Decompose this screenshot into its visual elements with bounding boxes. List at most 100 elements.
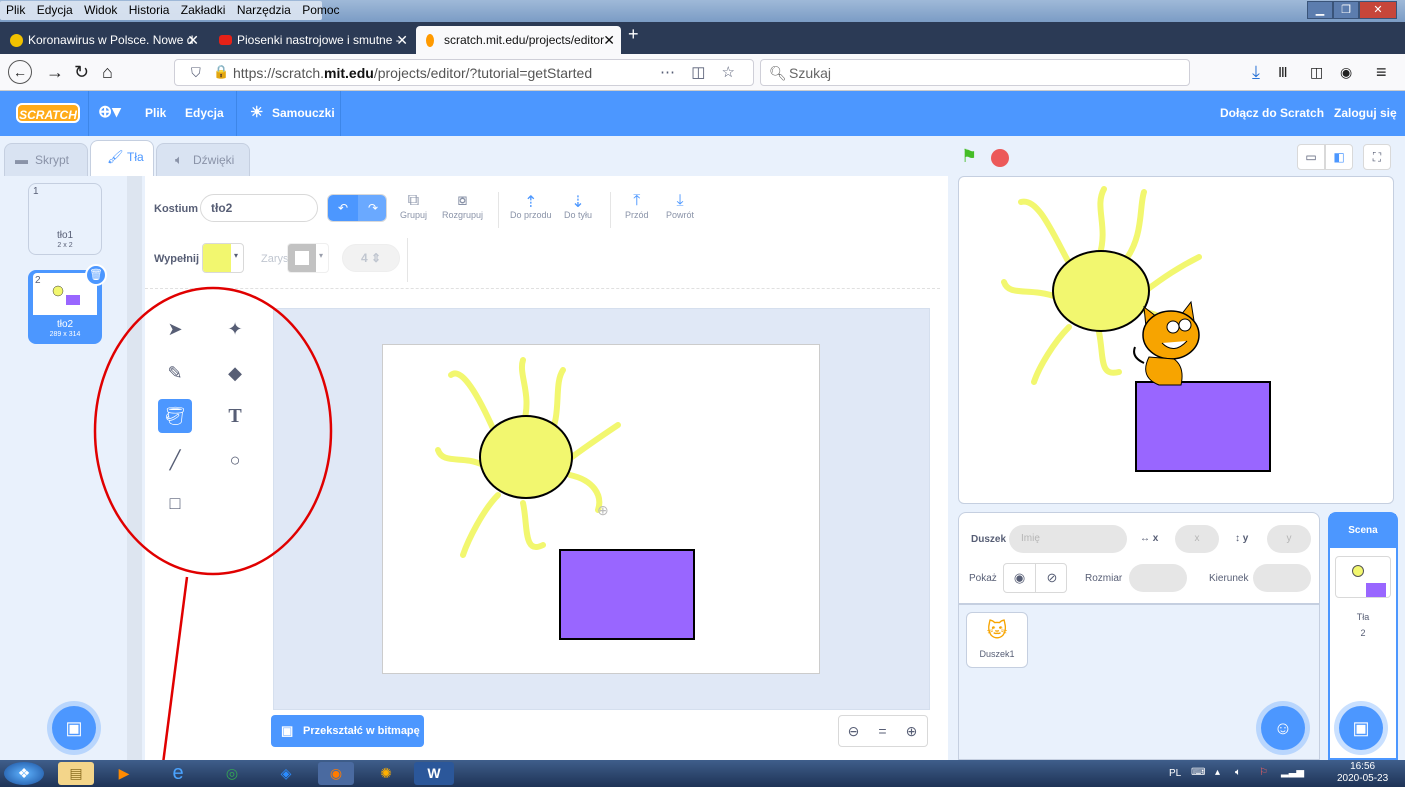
zoom-reset-icon[interactable]: = [868, 716, 897, 746]
small-stage-icon[interactable]: ▭ [1297, 144, 1325, 170]
zoom-out-icon[interactable]: ⊖ [839, 716, 868, 746]
costume-item[interactable]: 1 tło1 2 x 2 [28, 183, 102, 255]
outline-swatch [288, 244, 316, 272]
scratch-logo[interactable]: SCRATCH [16, 103, 80, 123]
signal-icon[interactable]: ▂▃▅ [1281, 767, 1304, 778]
tab-code-label: Skrypt [35, 153, 70, 167]
backward-button[interactable]: ⇣ Do tyłu [564, 192, 592, 220]
maximize-icon[interactable]: ❐ [1333, 1, 1359, 19]
size-input[interactable] [1129, 564, 1187, 592]
image-plus-icon: ▣ [65, 718, 83, 738]
language-indicator[interactable]: PL [1169, 768, 1181, 779]
outline-size-input[interactable]: 4 ⇕ [342, 244, 400, 272]
choose-sprite-button[interactable]: ☺ [1261, 706, 1305, 750]
network-icon[interactable]: ⚐ [1259, 767, 1268, 778]
close-tab-icon[interactable]: ✕ [603, 26, 615, 54]
redo-icon[interactable]: ↷ [358, 195, 386, 221]
fill-color-picker[interactable]: ▾ [202, 243, 244, 273]
sprite-name-input[interactable]: Imię [1009, 525, 1127, 553]
sprite-name: Duszek1 [979, 649, 1015, 659]
volume-icon[interactable]: 🔈︎ [1235, 767, 1241, 778]
tab-backdrops[interactable]: 🖌︎ Tła [90, 140, 154, 177]
close-tab-icon[interactable]: ✕ [187, 26, 199, 54]
ungroup-button[interactable]: ⧇ Rozgrupuj [442, 192, 483, 220]
forward-icon: ⇡ [524, 194, 538, 211]
language-globe-icon[interactable]: ⊕▾ [98, 102, 121, 122]
page-actions-icon[interactable]: ⋯ ◫ ☆ [660, 63, 741, 81]
download-icon[interactable]: ⤓ [1252, 61, 1260, 83]
home-icon[interactable]: ⌂ [102, 61, 113, 83]
minimize-icon[interactable]: ▁ [1307, 1, 1333, 19]
explorer-icon[interactable]: ▤ [58, 762, 94, 785]
close-tab-icon[interactable]: ✕ [396, 26, 408, 54]
tab-youtube[interactable]: Piosenki nastrojowe i smutne - ✕ [209, 26, 414, 54]
undo-icon[interactable]: ↶ [328, 195, 358, 221]
new-tab-icon[interactable]: + [628, 24, 639, 45]
sidebar-icon[interactable]: ◫ [1310, 61, 1323, 83]
y-input[interactable]: y [1267, 525, 1311, 553]
x-input[interactable]: x [1175, 525, 1219, 553]
sprite-item[interactable]: 🐱︎ Duszek1 [966, 612, 1028, 668]
menu-file-scratch[interactable]: Plik [145, 106, 166, 120]
tab-sounds[interactable]: 🔈︎ Dźwięki [156, 143, 250, 176]
ie-icon[interactable]: e [160, 762, 196, 785]
large-stage-icon[interactable]: ◧ [1325, 144, 1353, 170]
menu-bookmarks[interactable]: Zakładki [181, 0, 226, 20]
costume-number: 2 [35, 275, 41, 286]
tab-code[interactable]: ▬ Skrypt [4, 143, 88, 176]
menu-edit-scratch[interactable]: Edycja [185, 106, 224, 120]
back-button[interactable]: ⤓ Powrót [666, 192, 694, 220]
hide-eye-icon[interactable]: ⊘ [1036, 564, 1068, 592]
app-icon[interactable]: ◈ [268, 762, 304, 785]
menu-help[interactable]: Pomoc [302, 0, 339, 20]
keyboard-icon[interactable]: ⌨ [1191, 767, 1205, 778]
start-button-icon[interactable]: ❖ [4, 762, 44, 785]
stop-icon[interactable] [991, 149, 1009, 167]
tab-scratch[interactable]: scratch.mit.edu/projects/editor ✕ [416, 26, 621, 54]
close-icon[interactable]: ✕ [1359, 1, 1397, 19]
clock[interactable]: 16:56 2020-05-23 [1337, 761, 1388, 785]
sign-in-link[interactable]: Zaloguj się [1334, 106, 1397, 120]
search-field[interactable]: 🔍︎ Szukaj [760, 59, 1190, 86]
url-bar[interactable]: ⛉ 🔒 https://scratch.mit.edu/projects/edi… [174, 59, 754, 86]
menu-view[interactable]: Widok [84, 0, 117, 20]
scratch-app-icon[interactable]: ✺ [368, 762, 404, 785]
menu-tutorials[interactable]: Samouczki [272, 106, 335, 120]
reload-icon[interactable]: ↻ [74, 61, 89, 83]
lightbulb-icon[interactable]: ☀ [250, 103, 263, 121]
shield-icon[interactable]: ⛉ [191, 65, 201, 81]
account-icon[interactable]: ◉ [1340, 61, 1352, 83]
x-placeholder: x [1194, 533, 1200, 544]
show-eye-icon[interactable]: ◉ [1004, 564, 1036, 592]
outline-color-picker[interactable]: ▾ [287, 243, 329, 273]
forward-icon[interactable]: → [46, 61, 64, 83]
show-hidden-icon[interactable]: ▴ [1215, 767, 1220, 778]
chrome-icon[interactable]: ◎ [214, 762, 250, 785]
green-flag-icon[interactable]: ⚑ [961, 146, 977, 167]
menu-icon[interactable]: ≡ [1376, 61, 1387, 83]
menu-file[interactable]: Plik [6, 0, 25, 20]
menu-tools[interactable]: Narzędzia [237, 0, 291, 20]
zoom-in-icon[interactable]: ⊕ [897, 716, 926, 746]
tab-news[interactable]: Koronawirus w Polsce. Nowe d ✕ [0, 26, 205, 54]
group-button[interactable]: ⧉ Grupuj [400, 192, 427, 220]
paint-canvas[interactable]: ⊕ [382, 344, 820, 674]
front-button[interactable]: ⤒ Przód [625, 192, 649, 220]
forward-button[interactable]: ⇡ Do przodu [510, 192, 552, 220]
stage-canvas[interactable] [958, 176, 1394, 504]
x-arrows-icon: ↔ x [1140, 533, 1159, 544]
scratch-favicon-icon [426, 34, 434, 47]
menu-edit[interactable]: Edycja [37, 0, 73, 20]
media-player-icon[interactable]: ▶ [106, 762, 142, 785]
fullscreen-icon[interactable]: ⛶ [1363, 144, 1391, 170]
firefox-icon[interactable]: ◉ [318, 762, 354, 785]
join-scratch-link[interactable]: Dołącz do Scratch [1220, 106, 1324, 120]
direction-input[interactable] [1253, 564, 1311, 592]
menu-history[interactable]: Historia [129, 0, 170, 20]
delete-costume-icon[interactable]: 🗑︎ [85, 264, 107, 286]
choose-backdrop-stage-button[interactable]: ▣ [1339, 706, 1383, 750]
word-icon[interactable]: W [414, 762, 454, 785]
costume-name-input[interactable]: tło2 [200, 194, 318, 222]
back-icon[interactable]: ← [8, 60, 32, 84]
library-icon[interactable]: Ⅲ [1278, 61, 1288, 83]
